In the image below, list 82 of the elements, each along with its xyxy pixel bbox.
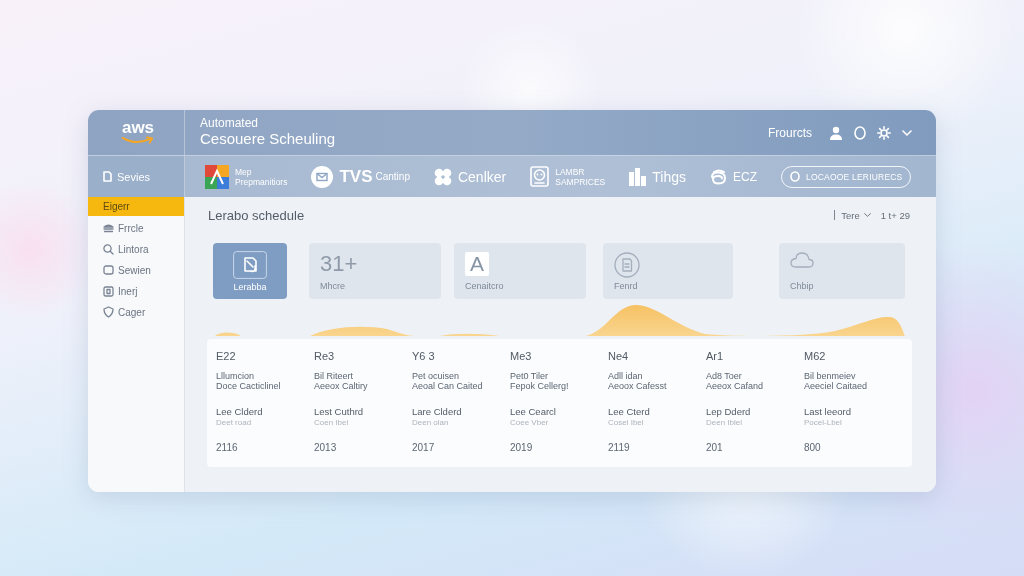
resource-description: Bil Riteert Aeeox Caltiry (314, 371, 368, 391)
summary-card[interactable]: A Cenaitcro (454, 243, 586, 299)
resource-code: Me3 (510, 350, 532, 363)
sidebar-item[interactable]: Sewien (88, 260, 184, 280)
sidebar-item[interactable]: Lintora (88, 239, 184, 259)
status-note: Deen olan (412, 418, 449, 428)
status-label: Lee Cterd (608, 406, 650, 418)
sidebar-item[interactable]: Cager (88, 302, 184, 322)
year-value: 800 (804, 442, 821, 454)
status-label: Lee Clderd (216, 406, 263, 418)
service-item[interactable]: Mep Prepmanitiors (205, 164, 288, 189)
bar-chart-icon (629, 167, 647, 186)
header-link[interactable]: Frourcts (768, 125, 812, 140)
status-note: Cosel Ibel (608, 418, 644, 428)
summary-card[interactable]: Fenrd (603, 243, 733, 299)
resource-description: Pet ocuisen Aeoal Can Caited (412, 371, 483, 391)
range-text: 1 t+ 29 (880, 209, 910, 221)
service-item[interactable]: Cenlker (433, 167, 507, 186)
service-item[interactable]: ECZ (710, 168, 757, 185)
spiral-icon (710, 168, 727, 185)
logo-text: aws (121, 120, 155, 136)
service-item[interactable]: TVS Cantinp (311, 165, 410, 188)
ring-icon (790, 171, 800, 182)
caret-icon (863, 213, 871, 217)
chevron-down-icon[interactable] (902, 129, 912, 136)
ring-icon[interactable] (854, 125, 866, 140)
status-note: Deen Iblel (706, 418, 743, 428)
envelope-circle-icon (311, 165, 334, 188)
app-title: Cesouere Scheuling (200, 130, 336, 148)
settings-icon[interactable] (877, 125, 891, 140)
resource-code: Ne4 (608, 350, 629, 363)
status-label: Last leeord (804, 406, 851, 418)
robot-face-icon (530, 166, 550, 187)
year-value: 2017 (412, 442, 435, 454)
year-value: 2119 (608, 442, 630, 454)
sidebar-item[interactable]: Frrcle (88, 218, 184, 238)
user-icon[interactable] (829, 125, 843, 140)
sidebar-heading: Sevies (117, 170, 151, 183)
status-note: Coee Vber (510, 418, 549, 428)
status-label: Lee Cearcl (510, 406, 556, 418)
summary-card[interactable]: 31+ Mhcre (309, 243, 441, 299)
page-title: Lerabo schedule (207, 207, 305, 223)
status-label: Lare Clderd (412, 406, 462, 418)
flower-icon (433, 167, 452, 186)
letter-tile: A (465, 252, 489, 276)
document-circle-icon (614, 252, 640, 278)
status-label: Lep Dderd (706, 406, 751, 418)
status-note: Deet road (216, 418, 252, 428)
document-icon (103, 171, 112, 182)
year-value: 2019 (510, 442, 533, 454)
resource-code: Y6 3 (412, 350, 435, 363)
resource-description: Adll idan Aeoox Cafesst (608, 371, 667, 391)
search-icon (103, 243, 114, 255)
framed-square-icon (103, 285, 114, 297)
summary-card[interactable]: Chbip (779, 243, 905, 299)
stack-icon (103, 223, 114, 233)
resource-code: E22 (216, 350, 236, 363)
resource-code: Ar1 (706, 350, 724, 363)
service-item[interactable]: Tihgs (629, 167, 686, 186)
shield-icon (103, 306, 114, 318)
sidebar-item[interactable]: Inerj (88, 281, 184, 301)
service-item[interactable]: LAMBR SAMPRICES (530, 166, 606, 187)
app-subtitle: Automated (200, 117, 260, 130)
status-note: Coen Ibel (314, 418, 349, 428)
resource-code: M62 (804, 350, 826, 363)
resource-description: Bil benmeiev Aeeciel Caitaed (804, 371, 868, 391)
filter-dropdown[interactable]: Tere (841, 209, 871, 221)
resource-description: Pet0 Tiler Fepok Cellerg! (510, 371, 569, 391)
summary-card[interactable]: Lerabba (213, 243, 287, 299)
year-value: 2116 (216, 442, 238, 454)
cloud-icon (790, 252, 814, 268)
smile-arrow-icon (121, 136, 155, 145)
sidebar-item[interactable]: Eigerr (88, 197, 184, 216)
year-value: 2013 (314, 442, 337, 454)
resource-description: Lllumcion Doce Cacticlinel (216, 371, 281, 391)
resource-description: Ad8 Toer Aeeox Cafand (706, 371, 764, 391)
status-note: Pocel-Lbel (804, 418, 842, 428)
status-label: Lest Cuthrd (314, 406, 364, 418)
square-icon (103, 265, 114, 275)
resource-code: Re3 (314, 350, 335, 363)
year-value: 201 (706, 442, 723, 454)
color-tile-icon (205, 164, 229, 189)
